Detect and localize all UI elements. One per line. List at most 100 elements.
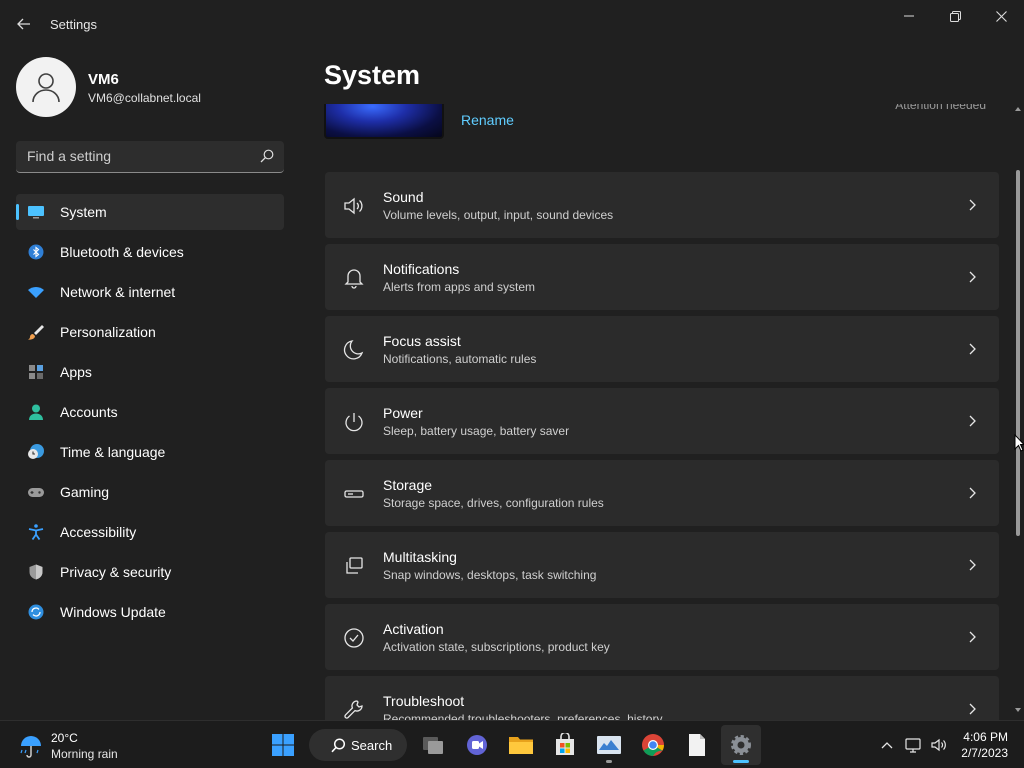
person-icon xyxy=(29,404,43,420)
chevron-right-icon xyxy=(969,415,976,427)
settings-card-activation[interactable]: Activation Activation state, subscriptio… xyxy=(325,604,999,670)
scroll-down-arrow-icon[interactable] xyxy=(1015,707,1021,713)
settings-search-box[interactable] xyxy=(16,141,284,173)
close-icon xyxy=(995,10,1007,22)
chevron-right-icon xyxy=(969,631,976,643)
sidebar-item-label: Network & internet xyxy=(60,284,176,300)
sidebar-item-apps[interactable]: Apps xyxy=(16,354,284,390)
sync-icon xyxy=(28,604,44,620)
card-description: Activation state, subscriptions, product… xyxy=(383,640,610,654)
brush-icon xyxy=(28,325,44,340)
task-view-icon xyxy=(423,737,443,754)
sidebar-item-label: Windows Update xyxy=(60,604,166,620)
scrollbar-thumb[interactable] xyxy=(1016,170,1020,536)
settings-gear-icon xyxy=(731,735,751,755)
sidebar-item-label: System xyxy=(60,204,107,220)
back-button[interactable] xyxy=(10,10,38,38)
card-description: Sleep, battery usage, battery saver xyxy=(383,424,570,438)
taskbar-search-label: Search xyxy=(351,738,393,753)
monitor-icon xyxy=(28,206,44,219)
volume-icon[interactable] xyxy=(930,736,948,754)
start-button[interactable] xyxy=(263,725,303,765)
sidebar-item-label: Privacy & security xyxy=(60,564,172,580)
settings-card-focus-assist[interactable]: Focus assist Notifications, automatic ru… xyxy=(325,316,999,382)
multitask-icon xyxy=(346,557,363,574)
weather-temperature: 20°C xyxy=(51,731,78,745)
card-title: Sound xyxy=(383,189,424,205)
settings-card-sound[interactable]: Sound Volume levels, output, input, soun… xyxy=(325,172,999,238)
teams-chat-icon xyxy=(467,735,487,755)
scroll-up-arrow-icon[interactable] xyxy=(1015,106,1021,112)
search-icon xyxy=(331,738,346,753)
moon-icon xyxy=(343,340,364,360)
sidebar-item-label: Gaming xyxy=(60,484,110,500)
shield-icon xyxy=(29,564,43,580)
sidebar-item-accounts[interactable]: Accounts xyxy=(16,394,284,430)
minimize-icon xyxy=(904,15,914,17)
photos-button[interactable] xyxy=(589,725,629,765)
close-button[interactable] xyxy=(978,0,1024,32)
sidebar-item-windows-update[interactable]: Windows Update xyxy=(16,594,284,630)
profile-name: VM6 xyxy=(88,71,119,88)
desktop-wallpaper-thumbnail xyxy=(324,104,444,139)
app-title: Settings xyxy=(50,17,97,32)
settings-card-storage[interactable]: Storage Storage space, drives, configura… xyxy=(325,460,999,526)
chevron-right-icon xyxy=(969,271,976,283)
sidebar-item-gaming[interactable]: Gaming xyxy=(16,474,284,510)
accessibility-icon xyxy=(28,524,44,540)
restore-button[interactable] xyxy=(932,0,978,32)
active-indicator xyxy=(733,760,749,763)
sidebar-item-network[interactable]: Network & internet xyxy=(16,274,284,310)
sidebar-item-label: Accounts xyxy=(60,404,118,420)
sidebar-item-system[interactable]: System xyxy=(16,194,284,230)
clock-time[interactable]: 4:06 PM xyxy=(963,730,1008,744)
settings-card-power[interactable]: Power Sleep, battery usage, battery save… xyxy=(325,388,999,454)
chevron-right-icon xyxy=(969,199,976,211)
chrome-button[interactable] xyxy=(633,725,673,765)
microsoft-store-button[interactable] xyxy=(545,725,585,765)
settings-card-troubleshoot[interactable]: Troubleshoot Recommended troubleshooters… xyxy=(325,676,999,720)
notepad-button[interactable] xyxy=(677,725,717,765)
sidebar-item-label: Time & language xyxy=(60,444,166,460)
notepad-icon xyxy=(689,734,705,756)
taskbar-search-button[interactable]: Search xyxy=(309,729,407,761)
card-description: Alerts from apps and system xyxy=(383,280,536,294)
file-explorer-button[interactable] xyxy=(501,725,541,765)
card-title: Focus assist xyxy=(383,333,461,349)
rename-link[interactable]: Rename xyxy=(461,112,514,128)
chevron-right-icon xyxy=(969,487,976,499)
settings-card-multitasking[interactable]: Multitasking Snap windows, desktops, tas… xyxy=(325,532,999,598)
window-controls xyxy=(886,0,1024,32)
bell-icon xyxy=(344,269,364,289)
restore-icon xyxy=(949,10,961,22)
chevron-right-icon xyxy=(969,559,976,571)
settings-taskbar-button[interactable] xyxy=(721,725,761,765)
check-circle-icon xyxy=(344,628,364,648)
sidebar-item-privacy-security[interactable]: Privacy & security xyxy=(16,554,284,590)
main-content: Rename Attention needed Sound Volume lev… xyxy=(324,104,1000,720)
search-icon[interactable] xyxy=(260,149,274,163)
card-title: Multitasking xyxy=(383,549,457,565)
taskbar: 20°C Morning rain Search 4:06 PM 2/7/202… xyxy=(0,720,1024,768)
minimize-button[interactable] xyxy=(886,0,932,32)
clock-date[interactable]: 2/7/2023 xyxy=(961,746,1008,760)
network-monitor-icon[interactable] xyxy=(904,736,922,754)
settings-card-notifications[interactable]: Notifications Alerts from apps and syste… xyxy=(325,244,999,310)
teams-chat-button[interactable] xyxy=(457,725,497,765)
search-input[interactable] xyxy=(16,141,256,171)
speaker-icon xyxy=(344,197,363,215)
sidebar-item-label: Personalization xyxy=(60,324,156,340)
content-scrollbar[interactable] xyxy=(1012,104,1024,720)
person-icon xyxy=(32,73,60,103)
task-view-button[interactable] xyxy=(413,725,453,765)
attention-status[interactable]: Attention needed xyxy=(895,104,986,112)
system-tray: 4:06 PM 2/7/2023 xyxy=(864,721,1024,768)
chevron-up-icon[interactable] xyxy=(878,736,896,754)
sidebar-item-personalization[interactable]: Personalization xyxy=(16,314,284,350)
card-title: Activation xyxy=(383,621,444,637)
file-explorer-icon xyxy=(509,737,533,754)
sidebar-item-time-language[interactable]: Time & language xyxy=(16,434,284,470)
sidebar-item-bluetooth[interactable]: Bluetooth & devices xyxy=(16,234,284,270)
sidebar-item-accessibility[interactable]: Accessibility xyxy=(16,514,284,550)
card-title: Troubleshoot xyxy=(383,693,465,709)
